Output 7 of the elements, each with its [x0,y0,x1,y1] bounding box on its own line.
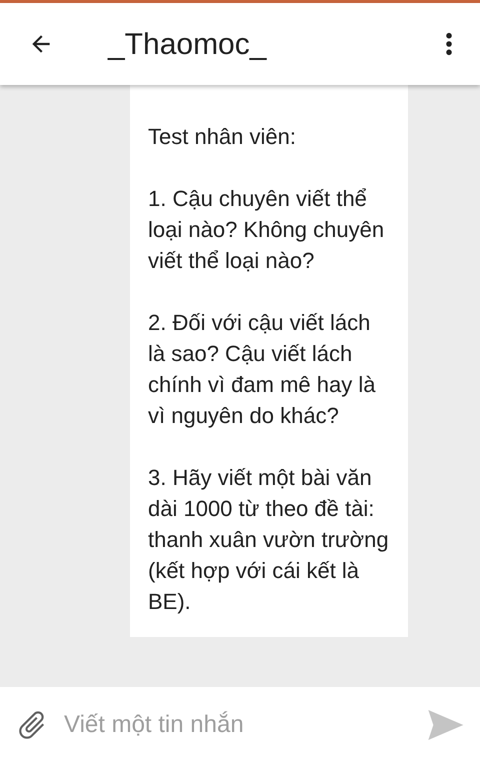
message-composer[interactable]: Viết một tin nhắn [0,687,480,763]
message-text: 2. Đối với cậu viết lách là sao? Cậu viết lách chính vì đam mê hay là vì nguyên do khác? [148,309,376,430]
chat-title: _Thaomoc_ [108,26,266,62]
message-text: Test nhân viên: [148,123,297,151]
message-text: 3. Hãy viết một bài văn dài 1000 từ theo đề tài: thanh xuân vườn trường (kết hợp với cái kết là BE). [148,464,390,616]
more-icon[interactable] [444,30,454,58]
message-text: 1. Cậu chuyên viết thể loại nào? Không chuyên viết thể loại nào? [148,185,386,275]
